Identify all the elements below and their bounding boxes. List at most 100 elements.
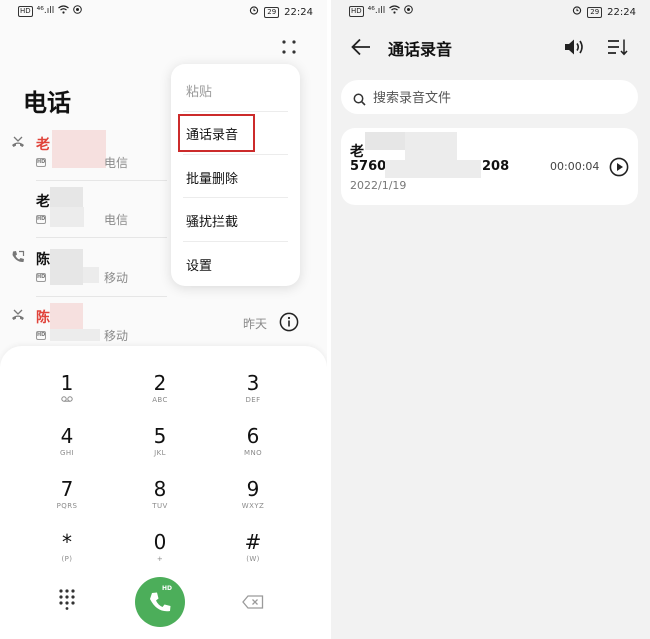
info-icon[interactable] xyxy=(279,312,299,332)
key-letters: PQRS xyxy=(56,502,78,510)
vpn-icon xyxy=(73,5,83,18)
contact-name: 陈 xyxy=(36,252,50,268)
phone-icon xyxy=(150,592,171,612)
battery-icon: 29 xyxy=(264,6,280,18)
key-1[interactable]: 1 xyxy=(37,371,97,417)
redacted-name xyxy=(405,132,457,160)
key-star[interactable]: * (P) xyxy=(37,530,97,576)
key-6[interactable]: 6 MNO xyxy=(223,424,283,470)
hd-signal-icon: HD xyxy=(349,6,364,17)
key-letters: DEF xyxy=(245,396,261,404)
key-digit: 6 xyxy=(246,424,260,448)
highlight-box xyxy=(178,114,255,152)
cellular-signal-icon: ⁴⁶.ıll xyxy=(36,6,55,16)
key-digit: 4 xyxy=(60,424,74,448)
menu-item-paste[interactable]: 粘贴 xyxy=(186,81,212,100)
carrier-label: 电信 xyxy=(104,213,129,227)
key-letters: + xyxy=(156,555,164,563)
alarm-icon xyxy=(249,5,259,19)
sort-icon[interactable] xyxy=(607,38,629,56)
back-arrow-icon[interactable] xyxy=(351,38,371,56)
key-4[interactable]: 4 GHI xyxy=(37,424,97,470)
key-5[interactable]: 5 JKL xyxy=(130,424,190,470)
key-digit: 2 xyxy=(153,371,167,395)
call-recordings-screen: HD ⁴⁶.ıll 29 22:24 通话录音 搜索录音文件 老 5760 20… xyxy=(331,0,650,639)
key-digit: 3 xyxy=(246,371,260,395)
row-divider xyxy=(36,180,167,181)
menu-item-settings[interactable]: 设置 xyxy=(186,255,212,274)
alarm-icon xyxy=(572,5,582,19)
key-digit: 5 xyxy=(153,424,167,448)
menu-divider xyxy=(183,111,288,112)
cellular-signal-icon: ⁴⁶.ıll xyxy=(367,6,386,16)
phone-app-screen: HD ⁴⁶.ıll 29 22:24 电话 老 HD 电信 老 HD 电信 陈 … xyxy=(0,0,327,639)
menu-item-spam-block[interactable]: 骚扰拦截 xyxy=(186,211,238,230)
contact-name: 老 xyxy=(36,194,50,210)
key-3[interactable]: 3 DEF xyxy=(223,371,283,417)
key-2[interactable]: 2 ABC xyxy=(130,371,190,417)
key-letters: JKL xyxy=(154,449,166,457)
speaker-icon[interactable] xyxy=(564,38,586,56)
key-letters: (P) xyxy=(61,555,73,563)
key-7[interactable]: 7 PQRS xyxy=(37,477,97,523)
recording-number-end: 208 xyxy=(482,159,510,174)
keypad-grid-icon[interactable] xyxy=(57,588,77,610)
status-time: 22:24 xyxy=(607,6,636,18)
redacted-number xyxy=(50,303,83,329)
key-digit: 7 xyxy=(60,477,74,501)
call-button[interactable]: HD xyxy=(135,577,185,627)
key-letters: (W) xyxy=(246,555,260,563)
outgoing-call-icon xyxy=(10,249,26,265)
recording-item[interactable]: 老 5760 208 2022/1/19 00:00:04 xyxy=(341,128,638,205)
more-dots-icon[interactable] xyxy=(280,38,298,56)
menu-divider xyxy=(183,154,288,155)
key-digit: * xyxy=(62,530,72,554)
status-bar: HD ⁴⁶.ıll 29 22:24 xyxy=(331,0,650,22)
key-digit: 1 xyxy=(60,371,74,395)
status-bar: HD ⁴⁶.ıll 29 22:24 xyxy=(0,0,327,22)
redacted-number xyxy=(83,267,99,283)
voicemail-icon xyxy=(37,395,97,405)
key-letters: MNO xyxy=(244,449,262,457)
missed-call-icon xyxy=(10,134,26,150)
key-digit: 8 xyxy=(153,477,167,501)
redacted-number xyxy=(50,207,84,227)
status-time: 22:24 xyxy=(284,6,313,18)
key-letters: ABC xyxy=(152,396,168,404)
recording-duration: 00:00:04 xyxy=(550,160,600,173)
backspace-icon[interactable] xyxy=(242,594,264,609)
key-letters: WXYZ xyxy=(241,502,265,510)
dialpad: 1 2 ABC 3 DEF 4 GHI 5 JKL 6 MNO 7 PQRS 8… xyxy=(0,346,327,639)
row-divider xyxy=(36,237,167,238)
hd-call-icon: HD xyxy=(36,273,46,282)
redacted-number xyxy=(385,160,481,178)
key-8[interactable]: 8 TUV xyxy=(130,477,190,523)
wifi-icon xyxy=(389,5,401,18)
page-title: 电话 xyxy=(23,89,71,117)
search-icon xyxy=(353,91,366,106)
key-0[interactable]: 0 + xyxy=(130,530,190,576)
contact-name: 陈 xyxy=(36,310,50,326)
call-time: 昨天 xyxy=(243,317,268,331)
missed-call-icon xyxy=(10,307,26,323)
hd-call-icon: HD xyxy=(36,158,46,167)
key-9[interactable]: 9 WXYZ xyxy=(223,477,283,523)
menu-divider xyxy=(183,241,288,242)
key-letters: TUV xyxy=(152,502,168,510)
recording-contact-name: 老 xyxy=(350,144,364,160)
redacted-number xyxy=(50,187,83,207)
redacted-number xyxy=(52,130,106,168)
key-hash[interactable]: # (W) xyxy=(223,530,283,576)
overflow-menu: 粘贴 通话录音 批量删除 骚扰拦截 设置 xyxy=(171,64,300,286)
menu-item-batch-delete[interactable]: 批量删除 xyxy=(186,168,238,187)
vpn-icon xyxy=(404,5,414,18)
carrier-label: 移动 xyxy=(104,271,129,285)
key-digit: # xyxy=(244,530,262,554)
battery-icon: 29 xyxy=(587,6,603,18)
recording-number-start: 5760 xyxy=(350,159,387,174)
search-bar[interactable] xyxy=(341,80,638,114)
play-icon[interactable] xyxy=(609,157,629,177)
contact-name: 老 xyxy=(36,137,50,153)
menu-divider xyxy=(183,197,288,198)
search-input[interactable] xyxy=(373,89,613,107)
